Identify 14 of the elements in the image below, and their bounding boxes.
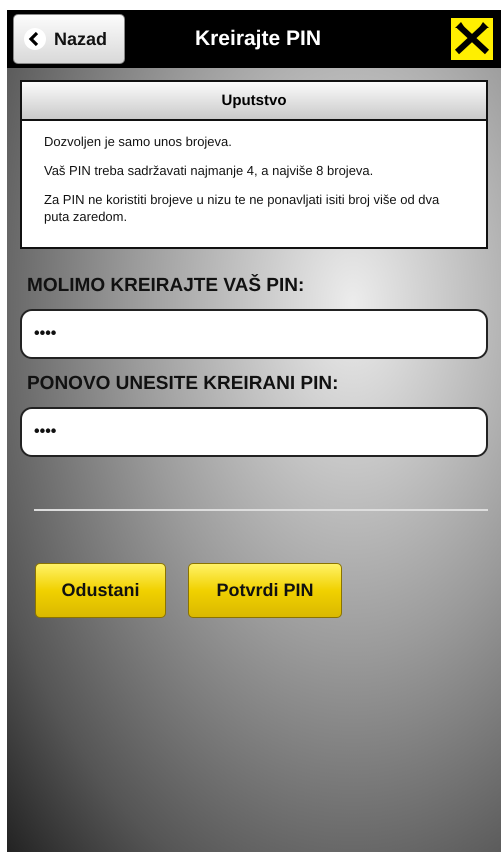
field-label: MOLIMO KREIRAJTE VAŠ PIN: (27, 275, 306, 297)
back-chevron-icon (24, 28, 46, 50)
logo-icon (451, 18, 493, 60)
action-button[interactable]: Potvrdi PIN (188, 563, 342, 618)
instruction-text: Dozvoljen je samo unos brojeva. (44, 133, 233, 150)
instruction-text: Za PIN ne koristiti brojeve u nizu te ne ponavljati isiti broj više od dva puta zaredom. (44, 191, 440, 225)
action-button[interactable]: Odustani (35, 563, 166, 618)
pin-field[interactable]: •••• (20, 309, 488, 359)
instruction-text: Vaš PIN treba sadržavati najmanje 4, a najviše 8 brojeva. (44, 162, 374, 179)
instructions-title: Uputstvo (22, 82, 486, 121)
screen-title: Kreirajte PIN (194, 27, 322, 51)
field-label: PONOVO UNESITE KREIRANI PIN: (27, 373, 340, 395)
pin-field[interactable]: •••• (20, 407, 488, 457)
back-button[interactable]: Nazad (13, 14, 125, 64)
